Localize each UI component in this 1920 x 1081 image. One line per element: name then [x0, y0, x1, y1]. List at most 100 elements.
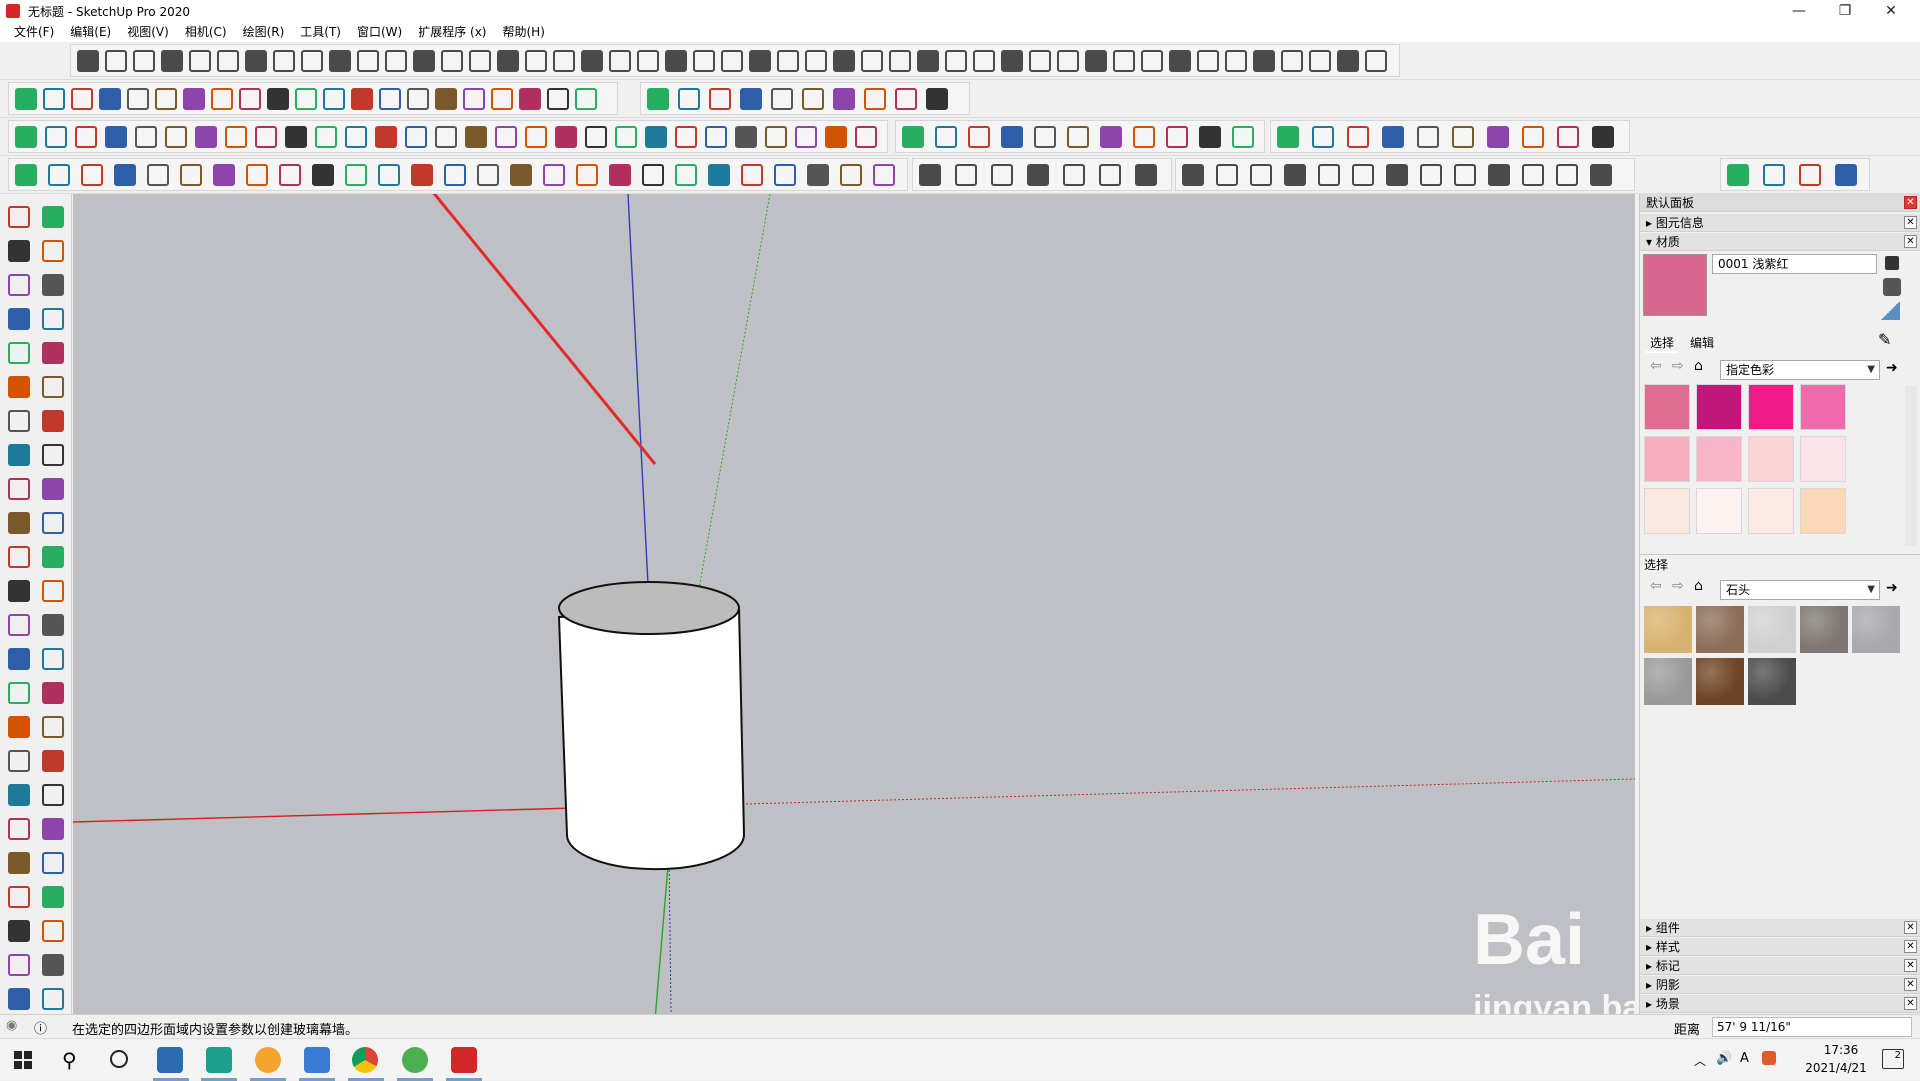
scale-icon-25[interactable]: [8, 614, 30, 636]
arc-icon-38[interactable]: [42, 818, 64, 840]
stone-texture-8[interactable]: [1748, 658, 1796, 705]
color-swatch-1[interactable]: [1644, 384, 1690, 430]
look-around-icon-33[interactable]: [8, 750, 30, 772]
facade-tool-icon-18[interactable]: [553, 50, 575, 72]
facade-tool-icon-10[interactable]: [329, 50, 351, 72]
curve-tool-icon-14[interactable]: [379, 88, 401, 110]
tray-5-header[interactable]: ▸ 场景 ✕: [1640, 995, 1920, 1013]
facade-tool-icon-21[interactable]: [637, 50, 659, 72]
facade-tool-icon-16[interactable]: [497, 50, 519, 72]
facade-tool-icon-30[interactable]: [889, 50, 911, 72]
section-icon-34[interactable]: [42, 750, 64, 772]
entity-info-header[interactable]: ▸ 图元信息 ✕: [1640, 214, 1920, 232]
push-tool-icon-6[interactable]: [802, 88, 824, 110]
view-tool-icon-2[interactable]: [1216, 164, 1238, 186]
notification-icon[interactable]: 2: [1882, 1049, 1904, 1069]
facade-tool-icon-6[interactable]: [217, 50, 239, 72]
facade-tool-icon-33[interactable]: [973, 50, 995, 72]
layer-tool-icon-10[interactable]: [1592, 126, 1614, 148]
tool-tool-icon-24[interactable]: [705, 126, 727, 148]
orbit-icon-28[interactable]: [42, 648, 64, 670]
layer-tool-icon-2[interactable]: [1312, 126, 1334, 148]
curve-tool-icon-1[interactable]: [15, 88, 37, 110]
view-tool-icon-3[interactable]: [1250, 164, 1272, 186]
facade-tool-icon-9[interactable]: [301, 50, 323, 72]
main-tool-icon-10[interactable]: [312, 164, 334, 186]
select-arrow-icon-35[interactable]: [8, 784, 30, 806]
style-tool-icon-2[interactable]: [955, 164, 977, 186]
tool-tool-icon-19[interactable]: [555, 126, 577, 148]
plugin-tool-icon-6[interactable]: [1067, 126, 1089, 148]
tool-tool-icon-17[interactable]: [495, 126, 517, 148]
main-tool-icon-14[interactable]: [444, 164, 466, 186]
tool-tool-icon-10[interactable]: [285, 126, 307, 148]
misc-tool-icon-4[interactable]: [1835, 164, 1857, 186]
stone-texture-1[interactable]: [1644, 606, 1692, 653]
tool-tool-icon-11[interactable]: [315, 126, 337, 148]
main-tool-icon-23[interactable]: [741, 164, 763, 186]
tape-measure-icon-43[interactable]: [8, 920, 30, 942]
tool-tool-icon-16[interactable]: [465, 126, 487, 148]
tool-tool-icon-21[interactable]: [615, 126, 637, 148]
layer-tool-icon-1[interactable]: [1277, 126, 1299, 148]
curve-tool-icon-17[interactable]: [463, 88, 485, 110]
curve-tool-icon-19[interactable]: [519, 88, 541, 110]
facade-tool-icon-4[interactable]: [161, 50, 183, 72]
color-swatch-9[interactable]: [1644, 488, 1690, 534]
main-tool-icon-18[interactable]: [576, 164, 598, 186]
main-tool-icon-24[interactable]: [774, 164, 796, 186]
pencil-icon-37[interactable]: [8, 818, 30, 840]
style-tool-icon-6[interactable]: [1099, 164, 1121, 186]
main-tool-icon-19[interactable]: [609, 164, 631, 186]
push-tool-icon-7[interactable]: [833, 88, 855, 110]
main-tool-icon-6[interactable]: [180, 164, 202, 186]
text-icon-10[interactable]: [42, 342, 64, 364]
menu-view[interactable]: 视图(V): [119, 22, 177, 42]
facade-tool-icon-45[interactable]: [1309, 50, 1331, 72]
paint-bucket-icon-39[interactable]: [8, 852, 30, 874]
plugin-tool-icon-2[interactable]: [935, 126, 957, 148]
main-tool-icon-20[interactable]: [642, 164, 664, 186]
clock-date[interactable]: 2021/4/21: [1796, 1061, 1876, 1075]
tray-4-close-button[interactable]: ✕: [1904, 978, 1917, 991]
tape-measure-icon-9[interactable]: [8, 342, 30, 364]
pan-icon-46[interactable]: [42, 954, 64, 976]
main-tool-icon-22[interactable]: [708, 164, 730, 186]
back-icon-2[interactable]: ⇦: [1650, 578, 1662, 594]
zoom-icon-13[interactable]: [8, 410, 30, 432]
view-tool-icon-10[interactable]: [1488, 164, 1510, 186]
facade-tool-icon-23[interactable]: [693, 50, 715, 72]
facade-tool-icon-25[interactable]: [749, 50, 771, 72]
facade-tool-icon-5[interactable]: [189, 50, 211, 72]
layer-tool-icon-4[interactable]: [1382, 126, 1404, 148]
rotate-icon-7[interactable]: [8, 308, 30, 330]
main-tool-icon-11[interactable]: [345, 164, 367, 186]
menu-tools[interactable]: 工具(T): [292, 22, 349, 42]
color-swatch-10[interactable]: [1696, 488, 1742, 534]
menu-edit[interactable]: 编辑(E): [62, 22, 119, 42]
stone-texture-3[interactable]: [1748, 606, 1796, 653]
eraser-icon-19[interactable]: [8, 512, 30, 534]
select-arrow-icon-18[interactable]: [42, 478, 64, 500]
move-icon-6[interactable]: [42, 274, 64, 296]
facade-tool-icon-44[interactable]: [1281, 50, 1303, 72]
tool-tool-icon-23[interactable]: [675, 126, 697, 148]
view-tool-icon-1[interactable]: [1182, 164, 1204, 186]
arc-icon-21[interactable]: [8, 546, 30, 568]
tool-tool-icon-5[interactable]: [135, 126, 157, 148]
color-swatch-6[interactable]: [1696, 436, 1742, 482]
explorer-app-icon[interactable]: [304, 1047, 330, 1073]
color-swatch-4[interactable]: [1800, 384, 1846, 430]
style-tool-icon-4[interactable]: [1027, 164, 1049, 186]
facade-tool-icon-19[interactable]: [581, 50, 603, 72]
zoom-icon-47[interactable]: [8, 988, 30, 1010]
style-tool-icon-7[interactable]: [1135, 164, 1157, 186]
facade-tool-icon-3[interactable]: [133, 50, 155, 72]
tool-tool-icon-27[interactable]: [795, 126, 817, 148]
sketchup-taskbar-icon[interactable]: [451, 1047, 477, 1073]
push-tool-icon-10[interactable]: [926, 88, 948, 110]
facade-tool-icon-47[interactable]: [1365, 50, 1387, 72]
tool-tool-icon-20[interactable]: [585, 126, 607, 148]
curve-tool-icon-10[interactable]: [267, 88, 289, 110]
details-arrow-icon[interactable]: ➜: [1886, 360, 1898, 376]
